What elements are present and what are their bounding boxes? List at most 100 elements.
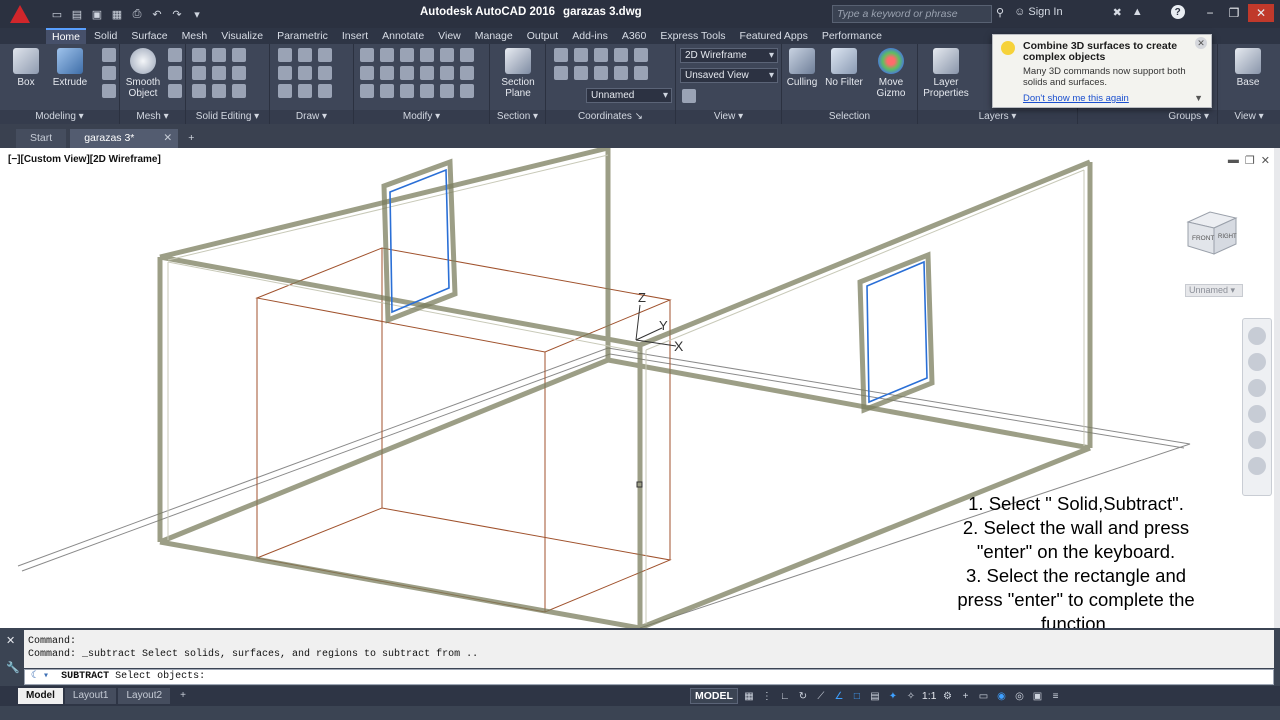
- culling-button[interactable]: Culling: [782, 48, 822, 88]
- ucs-y-icon[interactable]: [594, 48, 608, 62]
- command-customize-icon[interactable]: 🔧: [6, 661, 20, 674]
- stretch-icon[interactable]: [360, 66, 374, 80]
- subtract-icon[interactable]: [192, 66, 206, 80]
- tab-output[interactable]: Output: [521, 28, 565, 44]
- explode-icon[interactable]: [460, 66, 474, 80]
- tab-a360[interactable]: A360: [616, 28, 653, 44]
- notification-expand-icon[interactable]: ▼: [1194, 93, 1203, 103]
- settings-gear-icon[interactable]: ⚙: [941, 689, 955, 703]
- union-icon[interactable]: [192, 48, 206, 62]
- drawing-viewport[interactable]: Z Y X [−][Custom View][2D Wireframe] ▬ ❐…: [0, 148, 1280, 628]
- file-tab-drawing[interactable]: garazas 3* ✕: [70, 129, 179, 148]
- scale-icon[interactable]: [380, 66, 394, 80]
- viewcube[interactable]: FRONT RIGHT: [1180, 200, 1244, 264]
- box-button[interactable]: Box: [2, 48, 50, 88]
- command-input[interactable]: ☾ ▾ SUBTRACT Select objects:: [24, 669, 1274, 685]
- no-filter-button[interactable]: No Filter: [822, 48, 866, 88]
- loft-icon[interactable]: [102, 66, 116, 80]
- shell-icon[interactable]: [232, 84, 246, 98]
- model-space-button[interactable]: MODEL: [690, 688, 738, 704]
- file-tab-start[interactable]: Start: [16, 129, 67, 148]
- tab-visualize[interactable]: Visualize: [215, 28, 269, 44]
- exchange-icon[interactable]: ✖: [1113, 6, 1122, 19]
- navbar-customize-icon[interactable]: [1248, 457, 1266, 475]
- redo-icon[interactable]: ↷: [170, 7, 184, 21]
- spline-icon[interactable]: [298, 66, 312, 80]
- application-menu-button[interactable]: [0, 0, 40, 28]
- layout-tab-model[interactable]: Model: [18, 688, 63, 704]
- quick-properties-icon[interactable]: ◉: [995, 689, 1009, 703]
- a360-icon[interactable]: ▲: [1132, 6, 1143, 18]
- intersect-icon[interactable]: [192, 84, 206, 98]
- section-plane-button[interactable]: Section Plane: [492, 48, 544, 99]
- tab-featured-apps[interactable]: Featured Apps: [734, 28, 814, 44]
- showmotion-icon[interactable]: [1248, 431, 1266, 449]
- annotation-monitor-icon[interactable]: +: [959, 689, 973, 703]
- help-icon[interactable]: ?: [1170, 5, 1185, 19]
- revolve-icon[interactable]: [102, 84, 116, 98]
- annotation-scale[interactable]: 1:1: [922, 690, 937, 702]
- save-as-icon[interactable]: ▦: [110, 7, 124, 21]
- save-icon[interactable]: ▣: [90, 7, 104, 21]
- tab-surface[interactable]: Surface: [125, 28, 173, 44]
- hatch-icon[interactable]: [318, 84, 332, 98]
- command-close-icon[interactable]: ✕: [6, 634, 20, 647]
- panel-title-selection[interactable]: Selection: [782, 110, 917, 124]
- separate-icon[interactable]: [212, 48, 226, 62]
- polygon-icon[interactable]: [278, 84, 292, 98]
- units-icon[interactable]: ▭: [977, 689, 991, 703]
- new-icon[interactable]: ▭: [50, 7, 64, 21]
- tab-manage[interactable]: Manage: [469, 28, 519, 44]
- extract-edges-icon[interactable]: [232, 66, 246, 80]
- layer-properties-button[interactable]: Layer Properties: [920, 48, 972, 99]
- panel-title-modify[interactable]: Modify ▾: [354, 110, 489, 124]
- join-icon[interactable]: [380, 84, 394, 98]
- panel-title-draw[interactable]: Draw ▾: [270, 110, 353, 124]
- hardware-acceleration-icon[interactable]: ◎: [1013, 689, 1027, 703]
- file-tab-close-icon[interactable]: ✕: [163, 129, 172, 148]
- fillet-edges-icon[interactable]: [232, 48, 246, 62]
- object-snap-tracking-icon[interactable]: ∠: [832, 689, 846, 703]
- tab-mesh[interactable]: Mesh: [176, 28, 214, 44]
- ucs-origin-icon[interactable]: [574, 66, 588, 80]
- object-snap-icon[interactable]: □: [850, 689, 864, 703]
- open-icon[interactable]: ▤: [70, 7, 84, 21]
- polyline-icon[interactable]: [278, 66, 292, 80]
- polar-icon[interactable]: ↻: [796, 689, 810, 703]
- ucs-x-icon[interactable]: [574, 48, 588, 62]
- layout-tab-layout1[interactable]: Layout1: [64, 688, 117, 704]
- close-icon[interactable]: ✕: [1248, 4, 1274, 22]
- refine-mesh-icon[interactable]: [168, 84, 182, 98]
- viewport-close-icon[interactable]: ✕: [1261, 154, 1270, 167]
- panel-title-groups[interactable]: Groups ▾: [1078, 110, 1217, 124]
- ucs-icon[interactable]: [554, 48, 568, 62]
- annotation-visibility-icon[interactable]: ✧: [904, 689, 918, 703]
- isolate-objects-icon[interactable]: ▣: [1031, 689, 1045, 703]
- viewport-scrollbar[interactable]: [1274, 148, 1280, 628]
- slice-icon[interactable]: [212, 66, 226, 80]
- tab-home[interactable]: Home: [46, 28, 87, 44]
- base-button[interactable]: Base: [1222, 48, 1274, 88]
- ucs-world-icon[interactable]: [554, 66, 568, 80]
- panel-title-view[interactable]: View ▾: [676, 110, 781, 124]
- undo-icon[interactable]: ↶: [150, 7, 164, 21]
- pan-icon[interactable]: [1248, 353, 1266, 371]
- viewport-controls-label[interactable]: [−][Custom View][2D Wireframe]: [8, 154, 161, 165]
- smooth-object-button[interactable]: Smooth Object: [120, 48, 166, 99]
- ucs-menu[interactable]: Unnamed ▾: [1185, 284, 1243, 297]
- smooth-less-icon[interactable]: [168, 66, 182, 80]
- steering-wheel-icon[interactable]: [1248, 327, 1266, 345]
- panel-title-section[interactable]: Section ▾: [490, 110, 545, 124]
- panel-title-modeling[interactable]: Modeling ▾: [0, 110, 119, 124]
- smooth-more-icon[interactable]: [168, 48, 182, 62]
- notification-close-icon[interactable]: ✕: [1195, 37, 1207, 49]
- presspull-icon[interactable]: [102, 48, 116, 62]
- isodraft-icon[interactable]: ⟋: [814, 689, 828, 703]
- tab-parametric[interactable]: Parametric: [271, 28, 334, 44]
- binoculars-icon[interactable]: ⚲: [996, 6, 1004, 19]
- minimize-icon[interactable]: −: [1200, 4, 1220, 22]
- point-icon[interactable]: [318, 66, 332, 80]
- tab-add-ins[interactable]: Add-ins: [566, 28, 614, 44]
- circle-icon[interactable]: [318, 48, 332, 62]
- tab-insert[interactable]: Insert: [336, 28, 374, 44]
